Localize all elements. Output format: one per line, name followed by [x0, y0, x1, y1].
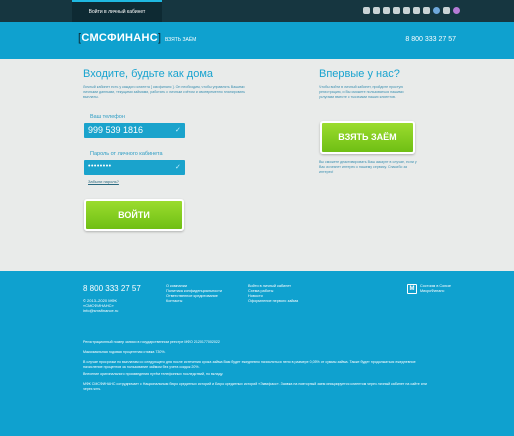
- newcomer-title: Впервые у нас?: [319, 68, 400, 80]
- footer-link[interactable]: Контакты: [166, 299, 222, 304]
- footer-copyright: © 2013–2020 МФК «СМСФИНАНС» info@smsfina…: [83, 298, 118, 313]
- legal-text: Регистрационный номер записи в государст…: [83, 340, 220, 344]
- password-value: ••••••••: [88, 163, 112, 170]
- checkmark-icon: ✓: [175, 127, 181, 134]
- footer-links-service: Войти в личный кабинет Схема работы Ново…: [248, 284, 298, 304]
- login-title: Входите, будьте как дома: [83, 68, 214, 80]
- forgot-password-link[interactable]: Забыли пароль?: [88, 179, 119, 184]
- vk-icon[interactable]: [393, 7, 400, 14]
- footer-link[interactable]: Оформление первого займа: [248, 299, 298, 304]
- phone-value: 999 539 1816: [88, 125, 144, 135]
- social-icons: [363, 7, 460, 14]
- odnoklassniki-icon[interactable]: [433, 7, 440, 14]
- union-logo-icon: М: [407, 284, 417, 294]
- password-label: Пароль от личного кабинета: [90, 151, 163, 157]
- twitter-icon[interactable]: [413, 7, 420, 14]
- footer-email-link[interactable]: info@smsfinance.ru: [83, 308, 118, 313]
- footer-phone[interactable]: 8 800 333 27 57: [83, 284, 141, 293]
- login-button[interactable]: ВОЙТИ: [84, 199, 184, 231]
- newcomer-note: Вы сможете деактивировать Ваш аккаунт в …: [319, 160, 417, 174]
- legal-text: Внесение оригинального произведения путё…: [83, 372, 224, 376]
- site-header: [СМСФИНАНС] ВЗЯТЬ ЗАЁМ 8 800 333 27 57: [0, 22, 514, 59]
- header-phone[interactable]: 8 800 333 27 57: [405, 36, 456, 43]
- top-bar: Войти в личный кабинет: [0, 0, 514, 22]
- footer-links-company: О компании Политика конфиденциальности О…: [166, 284, 222, 304]
- facebook-icon[interactable]: [403, 7, 410, 14]
- windows-icon[interactable]: [383, 7, 390, 14]
- personal-account-tab[interactable]: Войти в личный кабинет: [72, 0, 162, 22]
- login-intro: Личный кабинет есть у каждого клиента [ …: [83, 85, 246, 99]
- badge-line: МикроФинанс: [420, 289, 445, 293]
- instagram-icon[interactable]: [453, 7, 460, 14]
- skype-icon[interactable]: [423, 7, 430, 14]
- take-loan-nav-link[interactable]: ВЗЯТЬ ЗАЁМ: [165, 37, 196, 43]
- password-field[interactable]: •••••••• ✓: [84, 160, 185, 175]
- legal-text: В случае просрочки по выплатам со следую…: [83, 360, 416, 369]
- apple-icon[interactable]: [373, 7, 380, 14]
- legal-text: МФК СМСФИНАНС сотрудничает с Национальны…: [83, 382, 427, 391]
- phone-field[interactable]: 999 539 1816 ✓: [84, 123, 185, 138]
- take-loan-button[interactable]: ВЗЯТЬ ЗАЁМ: [320, 121, 415, 154]
- site-footer: 8 800 333 27 57 © 2013–2020 МФК «СМСФИНА…: [0, 271, 514, 436]
- mail-icon[interactable]: [443, 7, 450, 14]
- badge-text: Состоим в Союзе МикроФинанс: [420, 284, 451, 294]
- phone-label: Ваш телефон: [90, 114, 125, 120]
- legal-text: Максимальная годовая процентная ставка 7…: [83, 350, 166, 354]
- main-content: Входите, будьте как дома Личный кабинет …: [0, 59, 514, 271]
- android-icon[interactable]: [363, 7, 370, 14]
- microfinance-union-badge[interactable]: М Состоим в Союзе МикроФинанс: [407, 284, 451, 294]
- site-logo[interactable]: [СМСФИНАНС]: [78, 32, 161, 44]
- newcomer-intro: Чтобы войти в личный кабинет, пройдите п…: [319, 85, 404, 99]
- checkmark-icon: ✓: [175, 164, 181, 171]
